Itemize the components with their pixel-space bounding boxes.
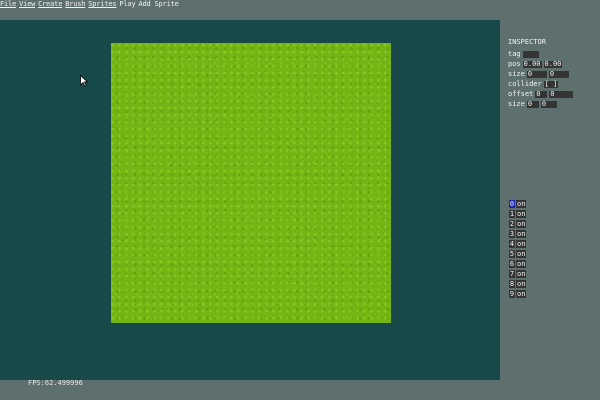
layer-8-visibility-toggle[interactable]: on [516,280,527,288]
layer-3-visibility-toggle[interactable]: on [516,230,527,238]
layer-3-button[interactable]: 3 [509,230,515,238]
pos-label: pos [508,60,521,68]
layer-8-button[interactable]: 8 [509,280,515,288]
layer-9-visibility-toggle[interactable]: on [516,290,527,298]
layer-5-visibility-toggle[interactable]: on [516,250,527,258]
layer-row: 4 on [509,239,527,249]
layer-row: 5 on [509,249,527,259]
collider-size-label: size [508,100,525,108]
add-sprite-button[interactable]: Add Sprite [138,0,178,9]
grass-tilemap[interactable] [111,43,391,323]
tag-label: tag [508,50,521,58]
layer-9-button[interactable]: 9 [509,290,515,298]
layer-row: 9 on [509,289,527,299]
layer-4-button[interactable]: 4 [509,240,515,248]
layer-0-visibility-toggle[interactable]: on [516,200,527,208]
menu-brush[interactable]: Brush [65,0,85,9]
collider-row: collider [ ] [508,79,598,89]
size-row: size 0 0 [508,69,598,79]
inspector-title: INSPECTOR [508,38,546,46]
layer-2-visibility-toggle[interactable]: on [516,220,527,228]
scene-viewport[interactable] [0,20,500,380]
layer-0-button[interactable]: 0 [509,200,515,208]
layer-row: 2 on [509,219,527,229]
offset-row: offset 0 0 [508,89,598,99]
collider-size-row: size 0 0 [508,99,598,109]
menu-view[interactable]: View [19,0,35,9]
layer-1-visibility-toggle[interactable]: on [516,210,527,218]
collider-checkbox[interactable]: [ ] [543,80,559,88]
fps-counter: FPS:62.499996 [28,379,83,387]
tag-row: tag [508,49,598,59]
layer-row: 6 on [509,259,527,269]
layer-1-button[interactable]: 1 [509,210,515,218]
offset-label: offset [508,90,534,98]
layer-row: 1 on [509,209,527,219]
layers-panel: 0 on 1 on 2 on 3 on 4 on 5 on 6 on 7 on … [509,199,527,299]
pos-x-field[interactable]: 0.00 [522,60,542,68]
pos-row: pos 0.00 0.00 [508,59,598,69]
pos-y-field[interactable]: 0.00 [543,60,563,68]
layer-6-visibility-toggle[interactable]: on [516,260,527,268]
inspector-panel: INSPECTOR tag pos 0.00 0.00 size 0 0 col… [508,38,598,109]
play-button[interactable]: Play [119,0,135,9]
menu-sprites[interactable]: Sprites [88,0,116,9]
layer-row: 3 on [509,229,527,239]
layer-row: 8 on [509,279,527,289]
layer-2-button[interactable]: 2 [509,220,515,228]
tag-field[interactable] [522,50,539,58]
layer-7-button[interactable]: 7 [509,270,515,278]
layer-7-visibility-toggle[interactable]: on [516,270,527,278]
mouse-cursor-icon [80,75,88,87]
size-w-field[interactable]: 0 [526,70,547,78]
layer-row: 7 on [509,269,527,279]
size-h-field[interactable]: 0 [548,70,569,78]
layer-4-visibility-toggle[interactable]: on [516,240,527,248]
collider-size-h-field[interactable]: 0 [540,100,557,108]
collider-size-w-field[interactable]: 0 [526,100,539,108]
layer-6-button[interactable]: 6 [509,260,515,268]
offset-x-field[interactable]: 0 [535,90,548,98]
layer-5-button[interactable]: 5 [509,250,515,258]
collider-label: collider [508,80,542,88]
menu-create[interactable]: Create [38,0,62,9]
layer-row: 0 on [509,199,527,209]
menu-bar: File View Create Brush Sprites Play Add … [0,0,182,9]
size-label: size [508,70,525,78]
menu-file[interactable]: File [0,0,16,9]
offset-y-field[interactable]: 0 [549,90,574,98]
